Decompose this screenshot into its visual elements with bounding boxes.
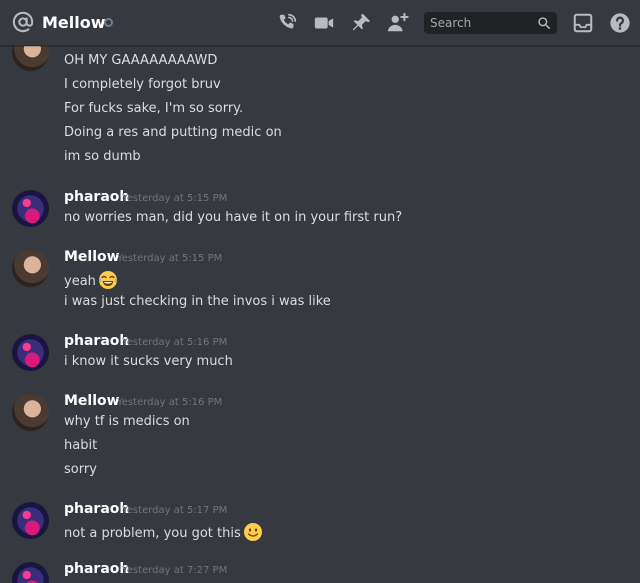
search-icon	[538, 17, 550, 29]
avatar[interactable]	[12, 502, 49, 539]
author-name[interactable]: pharaoh	[64, 561, 129, 577]
channel-header: Mellow Search	[0, 0, 640, 46]
message-line: For fucks sake, I'm so sorry.	[64, 101, 244, 116]
search-input[interactable]: Search	[424, 12, 557, 34]
message-line: i know it sucks very much	[64, 354, 233, 369]
timestamp: Yesterday at 5:17 PM	[122, 505, 228, 516]
message-line: why tf is medics on	[64, 414, 190, 429]
message-line: i was just checking in the invos i was l…	[64, 294, 331, 309]
author-name[interactable]: Mellow	[64, 249, 120, 265]
author-name[interactable]: pharaoh	[64, 333, 129, 349]
timestamp: Yesterday at 5:15 PM	[122, 193, 228, 204]
avatar[interactable]	[12, 562, 49, 583]
avatar[interactable]	[12, 250, 49, 287]
timestamp: Yesterday at 5:16 PM	[122, 337, 228, 348]
pin-icon[interactable]	[350, 12, 372, 34]
message-line: I completely forgot bruv	[64, 77, 221, 92]
avatar[interactable]	[12, 394, 49, 431]
message-line: OH MY GAAAAAAAAWD	[64, 53, 218, 68]
message-line: im so dumb	[64, 149, 141, 164]
call-icon[interactable]	[276, 12, 298, 34]
author-name[interactable]: pharaoh	[64, 501, 129, 517]
avatar[interactable]	[12, 190, 49, 227]
joy-emoji-icon	[98, 271, 117, 289]
timestamp: Yesterday at 7:27 PM	[122, 565, 228, 576]
search-placeholder: Search	[430, 16, 472, 30]
message-line: Doing a res and putting medic on	[64, 125, 282, 140]
add-member-icon[interactable]	[387, 12, 409, 34]
help-icon[interactable]	[609, 12, 631, 34]
video-icon[interactable]	[313, 12, 335, 34]
timestamp: Yesterday at 5:15 PM	[117, 253, 223, 264]
at-icon	[12, 11, 34, 33]
author-name[interactable]: pharaoh	[64, 189, 129, 205]
avatar[interactable]	[12, 334, 49, 371]
message-text: not a problem, you got this	[64, 526, 241, 541]
author-name[interactable]: Mellow	[64, 393, 120, 409]
inbox-icon[interactable]	[572, 12, 594, 34]
message-line: habit	[64, 438, 98, 453]
timestamp: Yesterday at 5:16 PM	[117, 397, 223, 408]
message-text: yeah	[64, 274, 96, 289]
message-line: no worries man, did you have it on in yo…	[64, 210, 403, 225]
message-list: OH MY GAAAAAAAAWD I completely forgot br…	[0, 46, 640, 583]
message-line: yeah	[64, 270, 118, 290]
message-line: not a problem, you got this	[64, 522, 263, 542]
message-line: sorry	[64, 462, 97, 477]
slight-smile-emoji-icon	[243, 523, 262, 541]
avatar[interactable]	[12, 46, 49, 71]
status-offline-icon	[104, 18, 113, 27]
channel-name: Mellow	[42, 13, 106, 32]
